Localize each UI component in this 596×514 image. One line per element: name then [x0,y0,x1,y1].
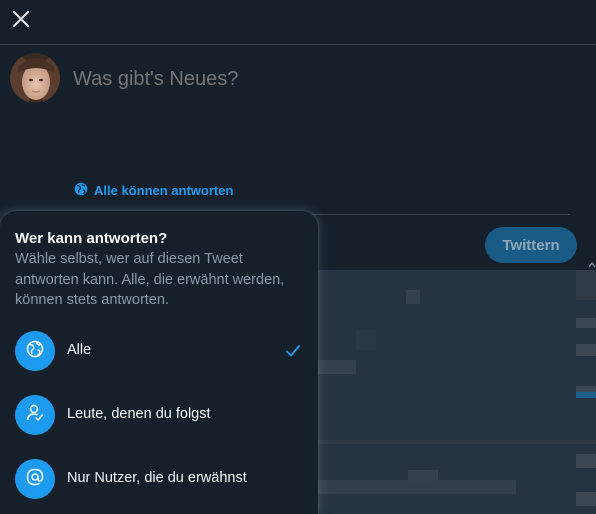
reply-setting-label: Alle können antworten [94,182,234,198]
at-icon [25,467,45,492]
reply-setting-button[interactable]: Alle können antworten [74,180,233,200]
option-following[interactable]: Leute, denen du folgst [0,383,318,447]
tweet-button[interactable]: Twittern [485,227,577,263]
option-mentioned[interactable]: Nur Nutzer, die du erwähnst [0,447,318,511]
option-following-label: Leute, denen du folgst [67,406,211,422]
option-everyone-label: Alle [67,342,92,358]
compose-input[interactable] [73,68,573,91]
scroll-arrow-icon [588,256,596,268]
header-divider [0,44,596,45]
option-everyone[interactable]: Alle [0,319,318,383]
person-check-icon [25,403,45,428]
checkmark-icon [284,342,302,360]
option-everyone-icon-circle [15,331,55,371]
tweet-button-label: Twittern [502,236,560,254]
close-button[interactable] [4,4,38,38]
avatar[interactable] [10,53,60,103]
globe-icon [25,339,45,364]
blurred-background [296,270,596,514]
option-mentioned-label: Nur Nutzer, die du erwähnst [67,470,247,486]
close-icon [12,10,30,33]
popup-title: Wer kann antworten? [15,230,168,247]
globe-icon [74,182,88,199]
tweet-compose-modal: Alle können antworten Twittern Wer kann … [0,0,596,514]
reply-audience-popup: Wer kann antworten? Wähle selbst, wer au… [0,211,318,514]
option-mentioned-icon-circle [15,459,55,499]
popup-description: Wähle selbst, wer auf diesen Tweet antwo… [15,251,285,308]
option-following-icon-circle [15,395,55,435]
